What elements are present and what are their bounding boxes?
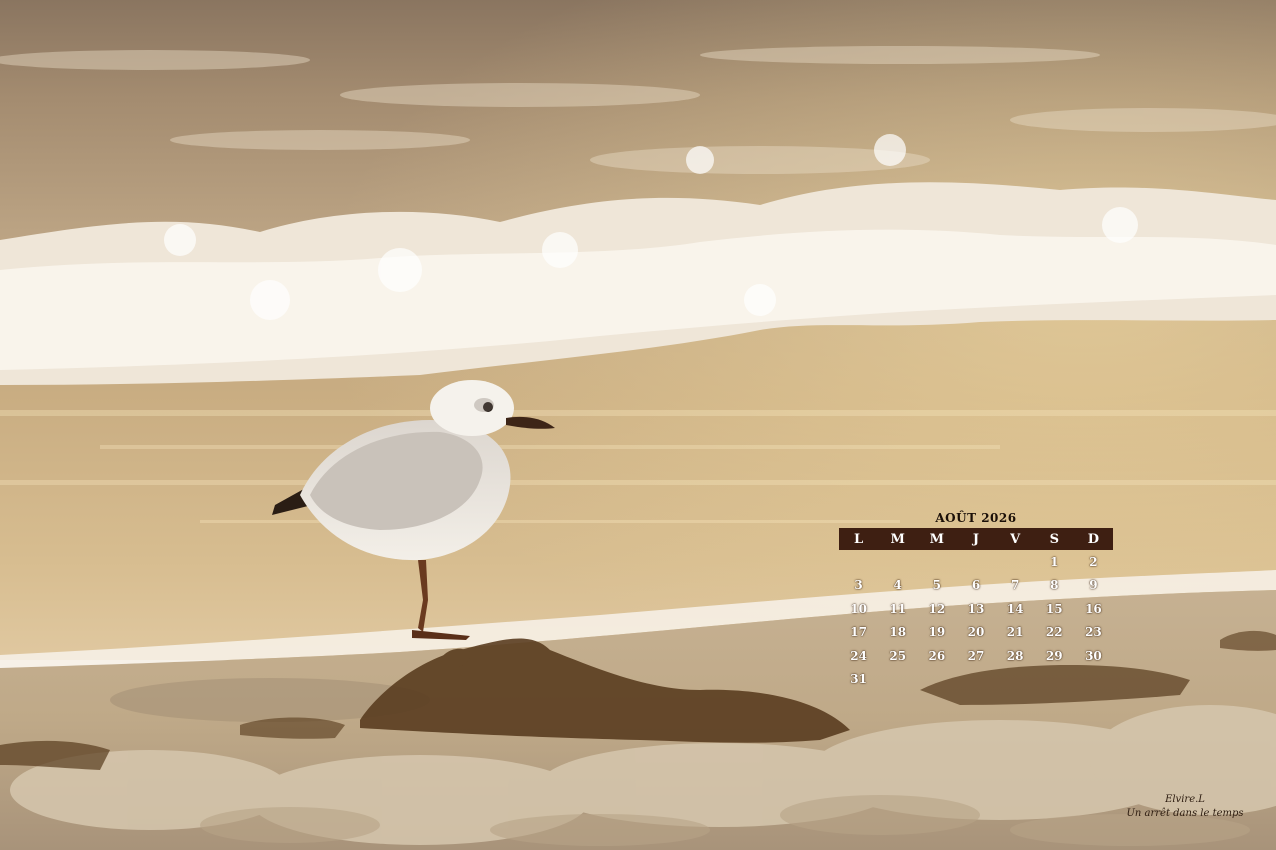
photographer-signature: Elvire.L Un arrêt dans le temps (1110, 793, 1260, 821)
calendar-day: 14 (1006, 601, 1024, 616)
calendar-day: 31 (850, 672, 867, 687)
calendar-day: 20 (967, 625, 985, 640)
calendar-day: 27 (967, 648, 985, 663)
calendar-day: 8 (1050, 578, 1059, 593)
weekday-label: D (1087, 531, 1100, 547)
calendar-day: 22 (1045, 625, 1063, 640)
calendar-weekday-header: L M M J V S D (839, 528, 1113, 550)
calendar-week: 1 2 (839, 550, 1113, 574)
calendar-title: AOÛT 2026 (935, 511, 1017, 525)
calendar-day: 5 (932, 578, 942, 593)
weekday-label: S (1049, 531, 1059, 547)
signature-tagline: Un arrêt dans le temps (1126, 808, 1244, 819)
calendar-day: 17 (850, 625, 867, 640)
calendar-day: 18 (889, 625, 907, 640)
calendar-day: 10 (850, 601, 867, 616)
calendar-day: 16 (1085, 601, 1102, 616)
calendar-week: 31 (839, 668, 1113, 692)
calendar-day: 25 (889, 648, 907, 663)
calendar-day: 30 (1085, 648, 1102, 663)
calendar-day: 13 (967, 601, 985, 616)
calendar-day: 19 (928, 625, 946, 640)
calendar-day: 11 (889, 601, 907, 616)
calendar-day: 7 (1010, 578, 1020, 593)
calendar-day: 2 (1089, 554, 1098, 569)
calendar-day: 21 (1006, 625, 1024, 640)
calendar-week: 3 4 5 6 7 8 9 (839, 574, 1113, 598)
weekday-label: M (890, 531, 905, 547)
weekday-label: L (854, 531, 864, 547)
calendar-day: 4 (893, 578, 902, 593)
calendar-day: 28 (1006, 648, 1024, 663)
weekday-label: J (972, 531, 980, 547)
calendar-day: 15 (1045, 601, 1063, 616)
calendar: AOÛT 2026 L M M J V S D 1 2 3 4 5 6 7 8 … (839, 508, 1113, 691)
calendar-day: 1 (1050, 554, 1059, 569)
calendar-day: 23 (1085, 625, 1102, 640)
calendar-week: 10 11 12 13 14 15 16 (839, 597, 1113, 621)
calendar-day: 12 (928, 601, 946, 616)
calendar-day: 29 (1045, 648, 1063, 663)
weekday-label: M (929, 531, 945, 547)
calendar-day: 24 (850, 648, 867, 663)
signature-name: Elvire.L (1165, 794, 1205, 805)
calendar-day: 3 (854, 578, 863, 593)
calendar-day: 6 (971, 578, 981, 593)
beach-photo (0, 0, 1276, 850)
calendar-week: 17 18 19 20 21 22 23 (839, 621, 1113, 645)
weekday-label: V (1010, 531, 1021, 547)
calendar-day: 9 (1089, 578, 1098, 593)
calendar-week: 24 25 26 27 28 29 30 (839, 644, 1113, 668)
calendar-day: 26 (928, 648, 946, 663)
